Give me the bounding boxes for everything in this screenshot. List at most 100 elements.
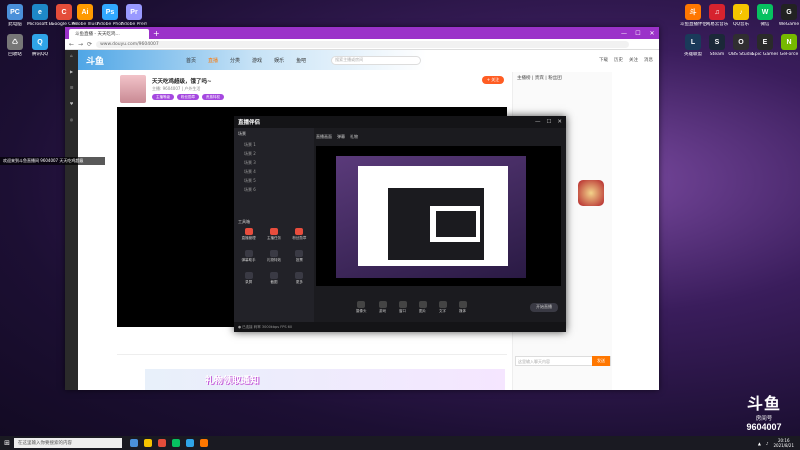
new-tab-icon[interactable]: + xyxy=(153,29,160,38)
desktop-icon[interactable]: ♫ 网易云音乐 xyxy=(704,4,730,27)
app-tab[interactable]: 弹幕 xyxy=(337,134,345,140)
network-icon[interactable]: ▲ xyxy=(758,441,761,446)
tool-button[interactable]: 粉丝勋章 xyxy=(288,228,311,244)
explorer-icon[interactable] xyxy=(144,439,152,447)
scene-item[interactable]: 场景 3 xyxy=(234,158,314,167)
desktop-icon-label: 微信 xyxy=(760,22,770,27)
source-button[interactable]: 文字 xyxy=(438,300,447,314)
nav-item[interactable]: 直播 xyxy=(208,57,218,64)
sidebar-item-fish[interactable]: ◎ xyxy=(65,114,78,130)
game-icon[interactable] xyxy=(578,180,604,206)
user-menu-item[interactable]: 关注 xyxy=(629,57,638,63)
user-menu-item[interactable]: 消息 xyxy=(644,57,653,63)
scene-item[interactable]: 场景 5 xyxy=(234,176,314,185)
avatar[interactable] xyxy=(120,75,146,103)
desktop-icon[interactable]: L 英雄联盟 xyxy=(680,34,706,57)
room-badge[interactable]: 贵族特权 xyxy=(202,94,224,100)
send-button[interactable]: 发送 xyxy=(592,356,610,366)
desktop-icon[interactable]: e Microsoft Edge xyxy=(27,4,53,27)
sidebar-item-category[interactable]: ☰ xyxy=(65,82,78,98)
search-input[interactable]: 搜索主播或房间 xyxy=(331,55,422,65)
desktop-icon[interactable]: S Steam xyxy=(704,34,730,57)
reload-icon[interactable]: ⟳ xyxy=(87,41,92,48)
chat-tabs[interactable]: 主播榜 | 贵宾 | 粉丝团 xyxy=(513,72,612,84)
app-maximize-icon[interactable]: ☐ xyxy=(546,119,551,125)
nav-item[interactable]: 分类 xyxy=(230,57,240,64)
gift-banner[interactable]: 礼物领取通知 xyxy=(145,369,505,390)
nav-item[interactable]: 鱼吧 xyxy=(296,57,306,64)
source-button[interactable]: 游戏 xyxy=(378,300,387,314)
qq-icon[interactable] xyxy=(186,439,194,447)
sidebar-item-live[interactable]: ▶ xyxy=(65,66,78,82)
tool-button[interactable]: 投票 xyxy=(288,250,311,266)
tool-button[interactable]: 礼物特效 xyxy=(262,250,285,266)
source-button[interactable]: 图片 xyxy=(418,300,427,314)
scene-item[interactable]: 场景 6 xyxy=(234,185,314,194)
tool-button[interactable]: 录屏 xyxy=(237,272,260,288)
forward-icon[interactable]: → xyxy=(78,41,83,48)
tool-button[interactable]: 主播任务 xyxy=(262,228,285,244)
scene-item[interactable]: 场景 2 xyxy=(234,149,314,158)
close-icon[interactable]: ✕ xyxy=(645,30,659,37)
nav-item[interactable]: 娱乐 xyxy=(274,57,284,64)
douyu-app-icon[interactable] xyxy=(200,439,208,447)
desktop-icon[interactable]: PsAdobe Photoshop xyxy=(97,4,123,27)
desktop-icon[interactable]: PC 此电脑 xyxy=(2,4,28,27)
desktop-icon-label: 网易云音乐 xyxy=(705,22,729,27)
tool-button[interactable]: 截图 xyxy=(262,272,285,288)
back-icon[interactable]: ← xyxy=(69,41,74,48)
desktop-icon-label: OBS Studio xyxy=(728,52,754,57)
desktop-icon[interactable]: W 微信 xyxy=(752,4,778,27)
tool-button[interactable]: 弹幕助手 xyxy=(237,250,260,266)
scene-item[interactable]: 场景 1 xyxy=(234,140,314,149)
room-badge[interactable]: 主播等级 xyxy=(152,94,174,100)
app-close-icon[interactable]: ✕ xyxy=(557,119,562,125)
app-minimize-icon[interactable]: — xyxy=(535,119,541,125)
app-tab[interactable]: 礼物 xyxy=(350,134,358,140)
desktop-icon-label: GeForce xyxy=(779,52,799,57)
desktop-icon[interactable]: 斗斗鱼直播伴侣 xyxy=(680,4,706,27)
taskview-icon[interactable] xyxy=(130,439,138,447)
follow-button[interactable]: + 关注 xyxy=(482,76,504,84)
desktop-icon[interactable]: AiAdobe Illustrator xyxy=(72,4,98,27)
nav-item[interactable]: 游戏 xyxy=(252,57,262,64)
desktop-icon[interactable]: O OBS Studio xyxy=(728,34,754,57)
preview-app-inner xyxy=(430,206,480,242)
maximize-icon[interactable]: ☐ xyxy=(631,30,645,37)
volume-icon[interactable]: ♪ xyxy=(766,441,769,446)
nav-item[interactable]: 首页 xyxy=(186,57,196,64)
stream-preview[interactable] xyxy=(316,146,561,286)
windows-start-icon[interactable]: ⊞ xyxy=(0,436,14,450)
desktop-icon[interactable]: ♪ QQ音乐 xyxy=(728,4,754,27)
app-tab[interactable]: 直播画面 xyxy=(316,134,332,140)
user-menu-item[interactable]: 下载 xyxy=(599,57,608,63)
desktop-icon[interactable]: E Epic Games xyxy=(752,34,778,57)
browser-tab[interactable]: 斗鱼直播 - 天天吃鸡... xyxy=(69,29,149,39)
scene-item[interactable]: 场景 4 xyxy=(234,167,314,176)
start-live-button[interactable]: 开始直播 xyxy=(530,302,558,312)
desktop-icon[interactable]: ♺ 回收站 xyxy=(2,34,28,57)
desktop-icon[interactable]: N GeForce xyxy=(776,34,800,57)
room-badge[interactable]: 粉丝勋章 xyxy=(177,94,199,100)
desktop-icon[interactable]: PrAdobe Premiere xyxy=(121,4,147,27)
source-button[interactable]: 窗口 xyxy=(398,300,407,314)
user-menu-item[interactable]: 历史 xyxy=(614,57,623,63)
wechat-icon[interactable] xyxy=(172,439,180,447)
sidebar-item-home[interactable]: ⌂ xyxy=(65,50,78,66)
source-button[interactable]: 摄像头 xyxy=(356,300,367,314)
desktop-icon[interactable]: Q 腾讯QQ xyxy=(27,34,53,57)
source-button[interactable]: 媒体 xyxy=(458,300,467,314)
desktop-icon[interactable]: G WeGame xyxy=(776,4,800,27)
address-input[interactable]: www.douyu.com/9604007 xyxy=(96,40,629,48)
douyu-logo[interactable]: 斗鱼 xyxy=(86,54,156,67)
sidebar-item-follow[interactable]: ♥ xyxy=(65,98,78,114)
taskbar-search-input[interactable]: 在这里输入你要搜索的内容 xyxy=(14,438,122,448)
tool-button[interactable]: 更多 xyxy=(288,272,311,288)
douyu-nav: 首页 直播 分类 游戏 娱乐 鱼吧 xyxy=(186,57,306,64)
room-meta: 主播: 9604007 | 户外生活 xyxy=(152,86,201,91)
taskbar-search-placeholder: 在这里输入你要搜索的内容 xyxy=(18,441,72,446)
chrome-icon[interactable] xyxy=(158,439,166,447)
tool-button[interactable]: 直播管理 xyxy=(237,228,260,244)
clock[interactable]: 20:16 2021/8/21 xyxy=(773,438,794,448)
minimize-icon[interactable]: — xyxy=(617,30,631,37)
